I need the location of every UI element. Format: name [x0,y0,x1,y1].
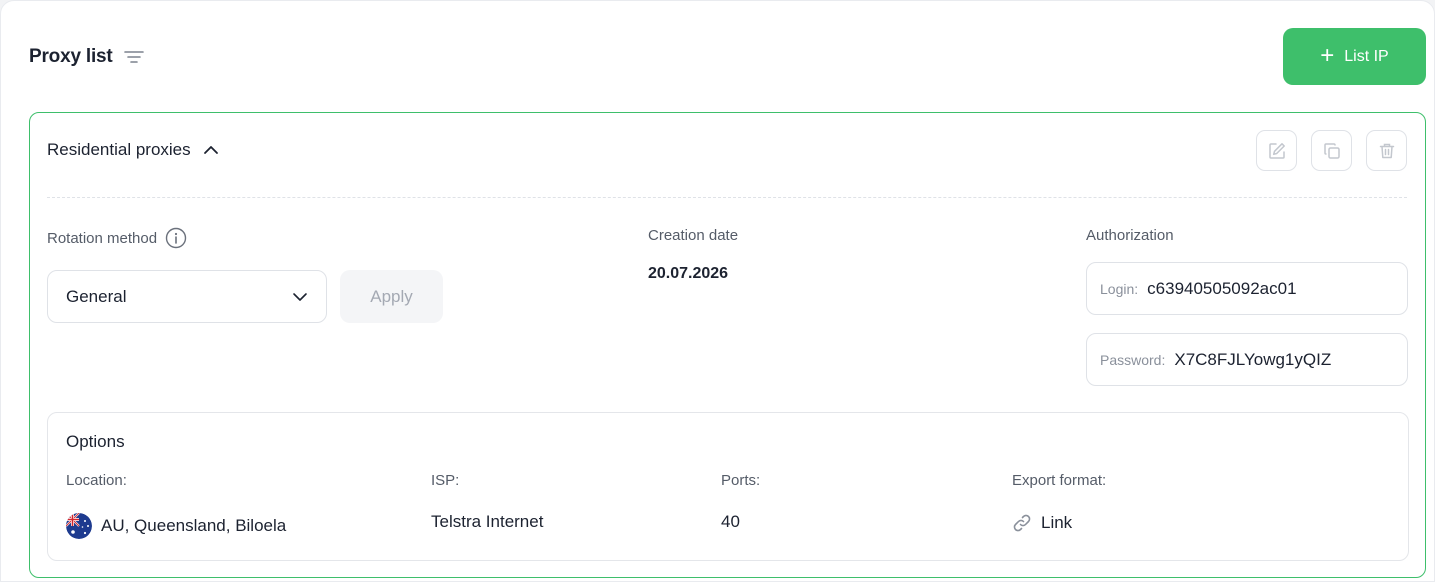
card-title-toggle[interactable]: Residential proxies [47,140,219,160]
login-value: c63940505092ac01 [1147,278,1297,298]
export-format-label: Export format: [1012,472,1107,489]
info-icon[interactable] [165,227,187,249]
copy-button[interactable] [1311,130,1352,171]
card-toolbar [1256,130,1407,171]
ports-label: Ports: [721,472,761,489]
location-value: AU, Queensland, Biloela [101,516,287,535]
login-field[interactable]: Login: c63940505092ac01 [1086,262,1408,315]
filter-icon[interactable] [123,46,145,68]
location-value-row: AU, Queensland, Biloela [66,513,286,539]
authorization-label: Authorization [1086,227,1174,244]
link-icon [1013,514,1031,532]
chevron-up-icon [203,140,219,160]
ports-value: 40 [721,512,740,531]
page-header: Proxy list [29,41,145,73]
password-field[interactable]: Password: X7C8FJLYowg1yQIZ [1086,333,1408,386]
isp-value: Telstra Internet [431,512,544,531]
page-title: Proxy list [29,46,113,67]
card-divider [47,197,1407,198]
list-ip-button[interactable]: + List IP [1283,28,1426,85]
trash-icon [1379,143,1394,158]
rotation-method-label: Rotation method [47,227,187,249]
login-key: Login: [1100,280,1139,297]
edit-button[interactable] [1256,130,1297,171]
export-format-link[interactable]: Link [1012,513,1072,533]
creation-date-label: Creation date [648,227,739,244]
rotation-method-value: General [66,286,127,306]
options-panel: Options Location: AU, Queensland, Biloel… [47,412,1409,561]
card-title: Residential proxies [47,140,191,159]
password-key: Password: [1100,351,1166,368]
proxy-list-page: Proxy list + List IP Residential proxies [0,0,1435,582]
rotation-method-select[interactable]: General [47,270,327,323]
chevron-down-icon [292,287,308,307]
list-ip-label: List IP [1344,47,1389,65]
australia-flag-icon [66,513,92,539]
edit-icon [1268,142,1285,159]
password-value: X7C8FJLYowg1yQIZ [1174,349,1332,369]
creation-date-value: 20.07.2026 [648,265,729,282]
copy-icon [1323,142,1340,159]
isp-label: ISP: [431,472,460,489]
rotation-method-text: Rotation method [47,229,158,247]
delete-button[interactable] [1366,130,1407,171]
location-label: Location: [66,472,127,489]
apply-button[interactable]: Apply [340,270,443,323]
plus-icon: + [1320,41,1335,69]
options-title: Options [66,432,125,451]
export-format-value: Link [1041,513,1073,532]
proxy-card: Residential proxies Rotation method Gene… [29,112,1426,578]
